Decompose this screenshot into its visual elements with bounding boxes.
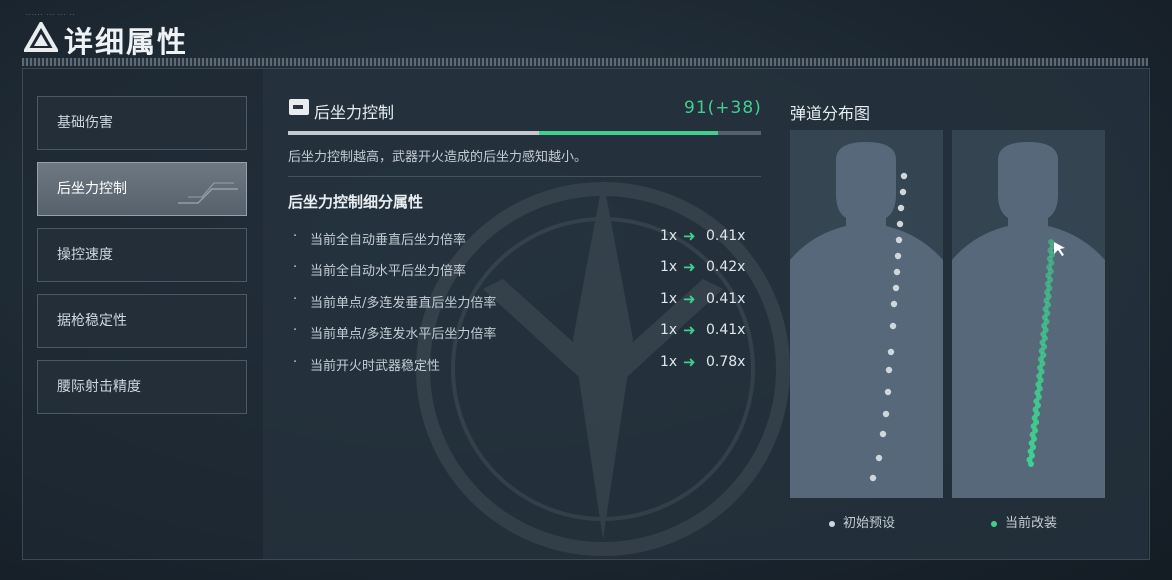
stat-to-value: 0.42x <box>706 259 746 275</box>
spread-dot <box>892 284 900 292</box>
attribute-description: 后坐力控制越高，武器开火造成的后坐力感知越小。 <box>288 150 588 165</box>
sidebar-item-label: 基础伤害 <box>57 115 113 131</box>
spread-dot <box>875 454 883 462</box>
spread-dot <box>899 188 907 196</box>
sidebar-item-label: 操控速度 <box>57 247 113 263</box>
stat-to-value: 0.41x <box>706 228 746 244</box>
initial-spread-target <box>790 130 943 498</box>
sidebar-item-label: 后坐力控制 <box>57 181 127 197</box>
spread-dot <box>879 430 887 438</box>
spread-dot <box>1028 461 1034 467</box>
spread-dot <box>869 474 877 482</box>
sidebar-item-recoil-control[interactable]: 后坐力控制 <box>37 162 247 216</box>
legend-dot-icon <box>829 520 835 527</box>
stat-to-value: 0.41x <box>706 291 746 307</box>
stat-to-value: 0.78x <box>706 354 746 370</box>
legend-dot-icon <box>991 520 997 527</box>
stat-row: · 当前单点/多连发水平后坐力倍率 1x ➜ 0.41x <box>293 321 746 342</box>
arrow-right-icon: ➜ <box>683 227 696 245</box>
attribute-score: 91(+38) <box>684 98 762 118</box>
arrow-right-icon: ➜ <box>683 258 696 276</box>
emblem-watermark-icon <box>416 179 790 556</box>
header-tiny-text: ...... ... ... .. <box>26 10 76 17</box>
spread-dot <box>889 322 897 330</box>
stat-from-value: 1x <box>660 291 678 307</box>
stat-label: 当前全自动垂直后坐力倍率 <box>310 233 467 248</box>
stat-from-value: 1x <box>660 354 678 370</box>
spread-dot <box>882 410 890 418</box>
target-silhouette-icon <box>952 142 1105 498</box>
spread-dot <box>895 236 903 244</box>
stat-row: · 当前开火时武器稳定性 1x ➜ 0.78x <box>293 353 746 374</box>
stat-row: · 当前全自动水平后坐力倍率 1x ➜ 0.42x <box>293 258 746 279</box>
stat-from-value: 1x <box>660 322 678 338</box>
target-silhouette-icon <box>790 142 943 498</box>
legend-label: 初始预设 <box>843 516 896 531</box>
spread-dot <box>896 220 904 228</box>
spread-dot <box>887 348 895 356</box>
progress-bonus-fill <box>538 131 719 135</box>
ballistics-title: 弹道分布图 <box>790 104 871 123</box>
legend-initial: 初始预设 <box>829 512 895 531</box>
sidebar-item-hipfire-accuracy[interactable]: 腰际射击精度 <box>37 360 247 414</box>
stat-label: 当前全自动水平后坐力倍率 <box>310 264 467 279</box>
stat-row: · 当前全自动垂直后坐力倍率 1x ➜ 0.41x <box>293 227 746 248</box>
legend-label: 当前改装 <box>1005 516 1058 531</box>
sidebar-item-aim-stability[interactable]: 据枪稳定性 <box>37 294 247 348</box>
spread-dot <box>885 366 893 374</box>
attribute-progress-bar <box>288 131 761 135</box>
stat-to-value: 0.41x <box>706 322 746 338</box>
header-divider <box>22 58 1148 66</box>
spread-dot <box>900 172 908 180</box>
arrow-right-icon: ➜ <box>683 353 696 371</box>
arrow-right-icon: ➜ <box>683 321 696 339</box>
spread-dot <box>894 252 902 260</box>
spread-dot <box>897 204 905 212</box>
legend-current: 当前改装 <box>991 512 1057 531</box>
game-logo-icon <box>24 22 58 52</box>
spread-dot <box>890 300 898 308</box>
stat-from-value: 1x <box>660 228 678 244</box>
spread-dot <box>884 388 892 396</box>
stat-label: 当前单点/多连发水平后坐力倍率 <box>310 327 497 342</box>
spread-dot <box>893 268 901 276</box>
stat-label: 当前开火时武器稳定性 <box>310 359 441 374</box>
page-title: 详细属性 <box>64 25 189 59</box>
current-spread-target <box>952 130 1105 498</box>
progress-base-fill <box>288 131 539 135</box>
arrow-right-icon: ➜ <box>683 290 696 308</box>
section-title: 后坐力控制 <box>314 103 395 122</box>
top-bar: ...... ... ... .. 详细属性 <box>0 0 1172 59</box>
sidebar-item-label: 腰际射击精度 <box>57 379 141 395</box>
subsection-title: 后坐力控制细分属性 <box>288 193 424 211</box>
sidebar-item-label: 据枪稳定性 <box>57 313 127 329</box>
rifle-icon <box>289 99 309 115</box>
stat-from-value: 1x <box>660 259 678 275</box>
sidebar-item-base-damage[interactable]: 基础伤害 <box>37 96 247 150</box>
section-divider <box>288 176 761 177</box>
stat-row: · 当前单点/多连发垂直后坐力倍率 1x ➜ 0.41x <box>293 290 746 311</box>
sidebar-item-handling-speed[interactable]: 操控速度 <box>37 228 247 282</box>
details-panel: 基础伤害 后坐力控制 操控速度 据枪稳定性 腰际射击精度 后坐力控制 91(+3… <box>22 68 1150 560</box>
stat-label: 当前单点/多连发垂直后坐力倍率 <box>310 296 497 311</box>
circuit-decoration-icon <box>178 182 238 204</box>
